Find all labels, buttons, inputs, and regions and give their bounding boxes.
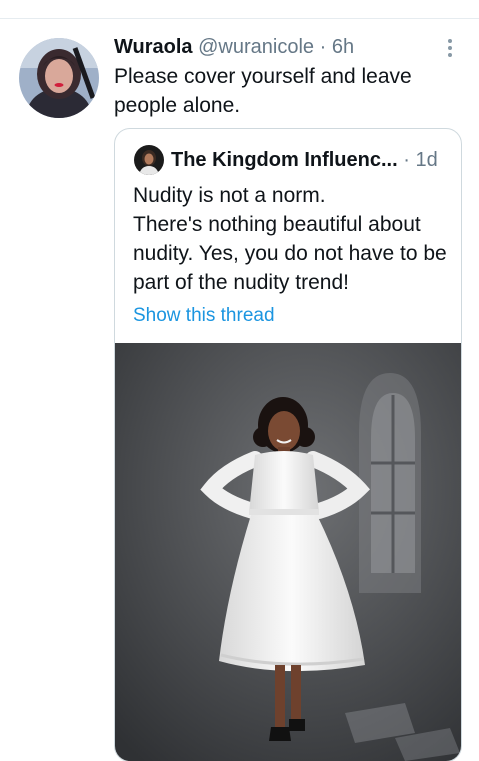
quoted-tweet-time[interactable]: 1d — [415, 149, 437, 171]
author-name[interactable]: Wuraola — [114, 36, 193, 58]
tweet-time[interactable]: 6h — [332, 36, 354, 58]
quoted-tweet-card[interactable]: The Kingdom Influenc... · 1d Nudity is n… — [114, 128, 462, 761]
quoted-tweet-text: Nudity is not a norm. There's nothing be… — [133, 181, 453, 297]
user-avatar[interactable] — [19, 38, 99, 118]
quoted-text-line: Nudity is not a norm. — [133, 184, 326, 207]
separator: · — [403, 149, 410, 171]
quoted-author-avatar — [134, 145, 164, 175]
tweet-header: Wuraola @wuranicole · 6h — [114, 34, 354, 60]
separator: · — [319, 36, 327, 58]
quoted-tweet-header: The Kingdom Influenc... · 1d — [171, 146, 438, 174]
tweet-text: Please cover yourself and leave people a… — [114, 65, 412, 117]
show-thread-link[interactable]: Show this thread — [133, 303, 275, 329]
author-handle[interactable]: @wuranicole — [198, 36, 314, 58]
quoted-text-line: There's nothing beautiful about nudity. … — [133, 213, 447, 294]
quoted-author-name[interactable]: The Kingdom Influenc... — [171, 149, 398, 171]
more-options-icon[interactable] — [440, 36, 460, 60]
top-divider — [0, 18, 479, 19]
photo-woman-white-dress[interactable] — [115, 343, 461, 761]
